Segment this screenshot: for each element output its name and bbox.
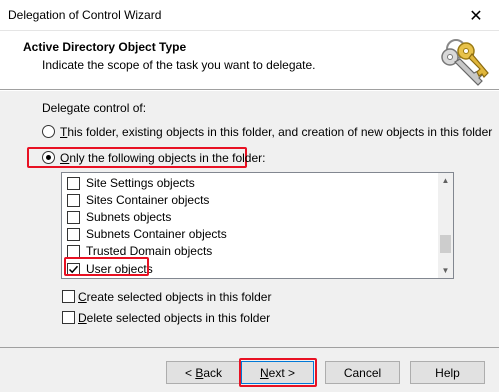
radio-only-following[interactable] [42,151,55,164]
next-button[interactable]: Next > [241,361,314,384]
scroll-down-icon[interactable]: ▼ [438,263,453,278]
title-bar: Delegation of Control Wizard ✕ [0,0,499,31]
delete-selected-checkbox[interactable] [62,311,75,324]
scroll-thumb[interactable] [440,235,451,253]
wizard-body: Delegate control of: This folder, existi… [0,91,499,347]
page-title: Active Directory Object Type [23,40,187,54]
scroll-up-icon[interactable]: ▲ [438,173,453,188]
help-button[interactable]: Help [410,361,485,384]
highlight-user-objects [64,257,149,276]
keys-icon [441,39,489,86]
close-icon[interactable]: ✕ [453,0,499,31]
checkbox[interactable] [67,228,80,241]
delete-selected-label[interactable]: Delete selected objects in this folder [78,311,270,325]
list-item-label: Trusted Domain objects [86,244,213,258]
list-scrollbar[interactable]: ▲ ▼ [438,173,453,278]
back-button[interactable]: < Back [166,361,241,384]
cancel-button[interactable]: Cancel [325,361,400,384]
checkbox[interactable] [67,177,80,190]
radio-this-folder[interactable] [42,125,55,138]
create-selected-label[interactable]: Create selected objects in this folder [78,290,271,304]
create-selected-checkbox[interactable] [62,290,75,303]
radio-this-folder-label[interactable]: This folder, existing objects in this fo… [60,125,492,139]
window-title: Delegation of Control Wizard [8,8,162,22]
wizard-header: Active Directory Object Type Indicate th… [0,31,499,90]
checkbox[interactable] [67,211,80,224]
wizard-footer: < Back Next > Cancel Help [0,347,499,392]
list-item-label: Site Settings objects [86,176,195,190]
list-item-label: Sites Container objects [86,193,210,207]
delegate-label: Delegate control of: [42,101,147,115]
checkbox[interactable] [67,194,80,207]
radio-only-following-label[interactable]: Only the following objects in the folder… [60,151,265,165]
list-item-label: Subnets objects [86,210,172,224]
page-subtitle: Indicate the scope of the task you want … [42,58,316,72]
list-item-label: Subnets Container objects [86,227,227,241]
